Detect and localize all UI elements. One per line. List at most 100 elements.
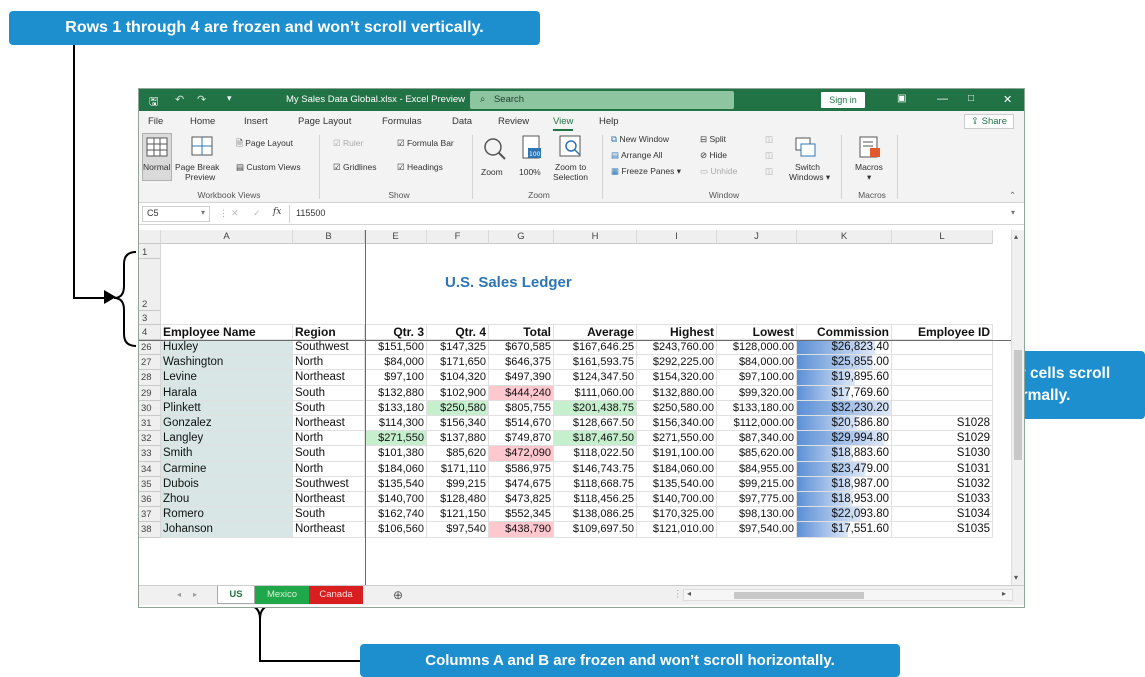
tab-view[interactable]: View xyxy=(553,116,574,131)
table-cell-avg[interactable]: $109,697.50 xyxy=(554,522,637,538)
table-cell-comm[interactable]: $25,855.00 xyxy=(797,355,892,371)
reset-window-position-icon[interactable]: ◫ xyxy=(765,166,773,177)
table-cell-name[interactable]: Romero xyxy=(161,507,293,523)
table-cell-low[interactable]: $84,000.00 xyxy=(717,355,797,371)
table-cell-avg[interactable]: $161,593.75 xyxy=(554,355,637,371)
row-header-4[interactable]: 4 xyxy=(139,325,161,340)
column-header-f[interactable]: F xyxy=(427,230,489,244)
table-cell-avg[interactable]: $128,667.50 xyxy=(554,416,637,432)
view-side-by-side-icon[interactable]: ◫ xyxy=(765,134,773,145)
row-header[interactable]: 29 xyxy=(139,385,161,401)
table-cell-total[interactable]: $805,755 xyxy=(489,400,554,416)
name-box[interactable]: C5 ▾ xyxy=(142,206,210,222)
table-cell-avg[interactable]: $201,438.75 xyxy=(554,400,637,416)
table-cell-comm[interactable]: $18,987.00 xyxy=(797,476,892,492)
column-header-h[interactable]: H xyxy=(554,230,637,244)
table-cell-comm[interactable]: $17,551.60 xyxy=(797,522,892,538)
table-cell-q4[interactable]: $85,620 xyxy=(427,446,489,462)
table-cell-high[interactable]: $184,060.00 xyxy=(637,461,717,477)
table-cell-comm[interactable]: $29,994.80 xyxy=(797,431,892,447)
spreadsheet-grid[interactable]: A B E F G H I J K L 1 2 3 U.S. Sales Ledger 4 Employee … xyxy=(139,230,1011,585)
table-cell-region[interactable]: North xyxy=(293,355,365,371)
sheet-tab-us[interactable]: US xyxy=(217,586,255,604)
table-cell-id[interactable] xyxy=(892,385,993,401)
headings-checkbox[interactable]: ☑ Headings xyxy=(397,162,443,173)
row-header[interactable]: 32 xyxy=(139,431,161,447)
normal-view-button[interactable]: Normal xyxy=(142,133,172,181)
table-cell-id[interactable]: S1033 xyxy=(892,492,993,508)
table-cell-id[interactable]: S1030 xyxy=(892,446,993,462)
table-cell-q4[interactable]: $171,110 xyxy=(427,461,489,477)
table-cell-q3[interactable]: $184,060 xyxy=(365,461,427,477)
expand-formula-bar-icon[interactable]: ▾ xyxy=(1011,208,1015,217)
table-cell-comm[interactable]: $26,823.40 xyxy=(797,340,892,356)
customize-toolbar-icon[interactable]: ▾ xyxy=(227,93,232,104)
horizontal-scrollbar[interactable]: ◂ ▸ xyxy=(683,589,1013,601)
table-cell-name[interactable]: Levine xyxy=(161,370,293,386)
table-cell-avg[interactable]: $118,668.75 xyxy=(554,476,637,492)
table-cell-q3[interactable]: $140,700 xyxy=(365,492,427,508)
table-cell-comm[interactable]: $32,230.20 xyxy=(797,400,892,416)
table-cell-q4[interactable]: $121,150 xyxy=(427,507,489,523)
table-cell-region[interactable]: Northeast xyxy=(293,522,365,538)
table-cell-avg[interactable]: $138,086.25 xyxy=(554,507,637,523)
table-cell-avg[interactable]: $187,467.50 xyxy=(554,431,637,447)
table-cell-total[interactable]: $749,870 xyxy=(489,431,554,447)
split-button[interactable]: ⊟ Split xyxy=(700,134,726,145)
share-button[interactable]: ⇪ Share xyxy=(964,114,1014,129)
table-cell-comm[interactable]: $17,769.60 xyxy=(797,385,892,401)
macros-button[interactable]: Macros xyxy=(855,162,883,172)
table-cell-high[interactable]: $170,325.00 xyxy=(637,507,717,523)
formula-input[interactable]: 115500 xyxy=(296,208,325,218)
row-header[interactable]: 35 xyxy=(139,476,161,492)
table-cell-avg[interactable]: $167,646.25 xyxy=(554,340,637,356)
page-break-preview-button[interactable]: Page Break xyxy=(175,162,219,172)
table-cell-region[interactable]: North xyxy=(293,431,365,447)
table-cell-id[interactable]: S1029 xyxy=(892,431,993,447)
table-cell-id[interactable]: S1034 xyxy=(892,507,993,523)
unhide-button[interactable]: ▭ Unhide xyxy=(700,166,737,177)
add-sheet-icon[interactable]: ⊕ xyxy=(393,588,403,602)
table-cell-q3[interactable]: $84,000 xyxy=(365,355,427,371)
enter-icon[interactable]: ✓ xyxy=(253,208,261,219)
redo-icon[interactable]: ↷ xyxy=(197,93,206,106)
tab-data[interactable]: Data xyxy=(452,116,472,127)
table-cell-name[interactable]: Smith xyxy=(161,446,293,462)
zoom-100-button[interactable]: 100% xyxy=(519,167,541,177)
table-cell-low[interactable]: $112,000.00 xyxy=(717,416,797,432)
row-header[interactable]: 33 xyxy=(139,446,161,462)
freeze-panes-button[interactable]: ▦ Freeze Panes ▾ xyxy=(611,166,681,177)
table-cell-total[interactable]: $552,345 xyxy=(489,507,554,523)
column-header-a[interactable]: A xyxy=(161,230,293,244)
zoom-to-selection-button[interactable]: Zoom to xyxy=(555,162,586,172)
sheet-tab-mexico[interactable]: Mexico xyxy=(255,586,309,604)
table-cell-q3[interactable]: $271,550 xyxy=(365,431,427,447)
minimize-icon[interactable]: — xyxy=(937,93,948,105)
table-cell-comm[interactable]: $22,093.80 xyxy=(797,507,892,523)
table-cell-q3[interactable]: $151,500 xyxy=(365,340,427,356)
table-cell-name[interactable]: Harala xyxy=(161,385,293,401)
table-cell-name[interactable]: Zhou xyxy=(161,492,293,508)
sheet-tab-canada[interactable]: Canada xyxy=(309,586,363,604)
row-header[interactable]: 37 xyxy=(139,507,161,523)
table-cell-name[interactable]: Plinkett xyxy=(161,400,293,416)
row-header-2[interactable]: 2 xyxy=(139,259,161,311)
row-header[interactable]: 27 xyxy=(139,355,161,371)
close-icon[interactable]: ✕ xyxy=(1003,93,1012,106)
tab-split-handle-icon[interactable]: ⋮ xyxy=(673,589,683,600)
table-cell-region[interactable]: Northeast xyxy=(293,416,365,432)
table-cell-comm[interactable]: $20,586.80 xyxy=(797,416,892,432)
table-cell-q3[interactable]: $135,540 xyxy=(365,476,427,492)
table-cell-q3[interactable]: $101,380 xyxy=(365,446,427,462)
table-cell-low[interactable]: $133,180.00 xyxy=(717,400,797,416)
table-cell-avg[interactable]: $118,456.25 xyxy=(554,492,637,508)
gridlines-checkbox[interactable]: ☑ Gridlines xyxy=(333,162,377,173)
row-header[interactable]: 31 xyxy=(139,416,161,432)
arrange-all-button[interactable]: ▤ Arrange All xyxy=(611,150,663,161)
table-cell-low[interactable]: $99,320.00 xyxy=(717,385,797,401)
table-cell-id[interactable]: S1035 xyxy=(892,522,993,538)
save-icon[interactable]: 🖫 xyxy=(149,93,158,112)
table-cell-q3[interactable]: $132,880 xyxy=(365,385,427,401)
ribbon-display-icon[interactable]: ▣ xyxy=(897,93,906,104)
table-cell-name[interactable]: Johanson xyxy=(161,522,293,538)
